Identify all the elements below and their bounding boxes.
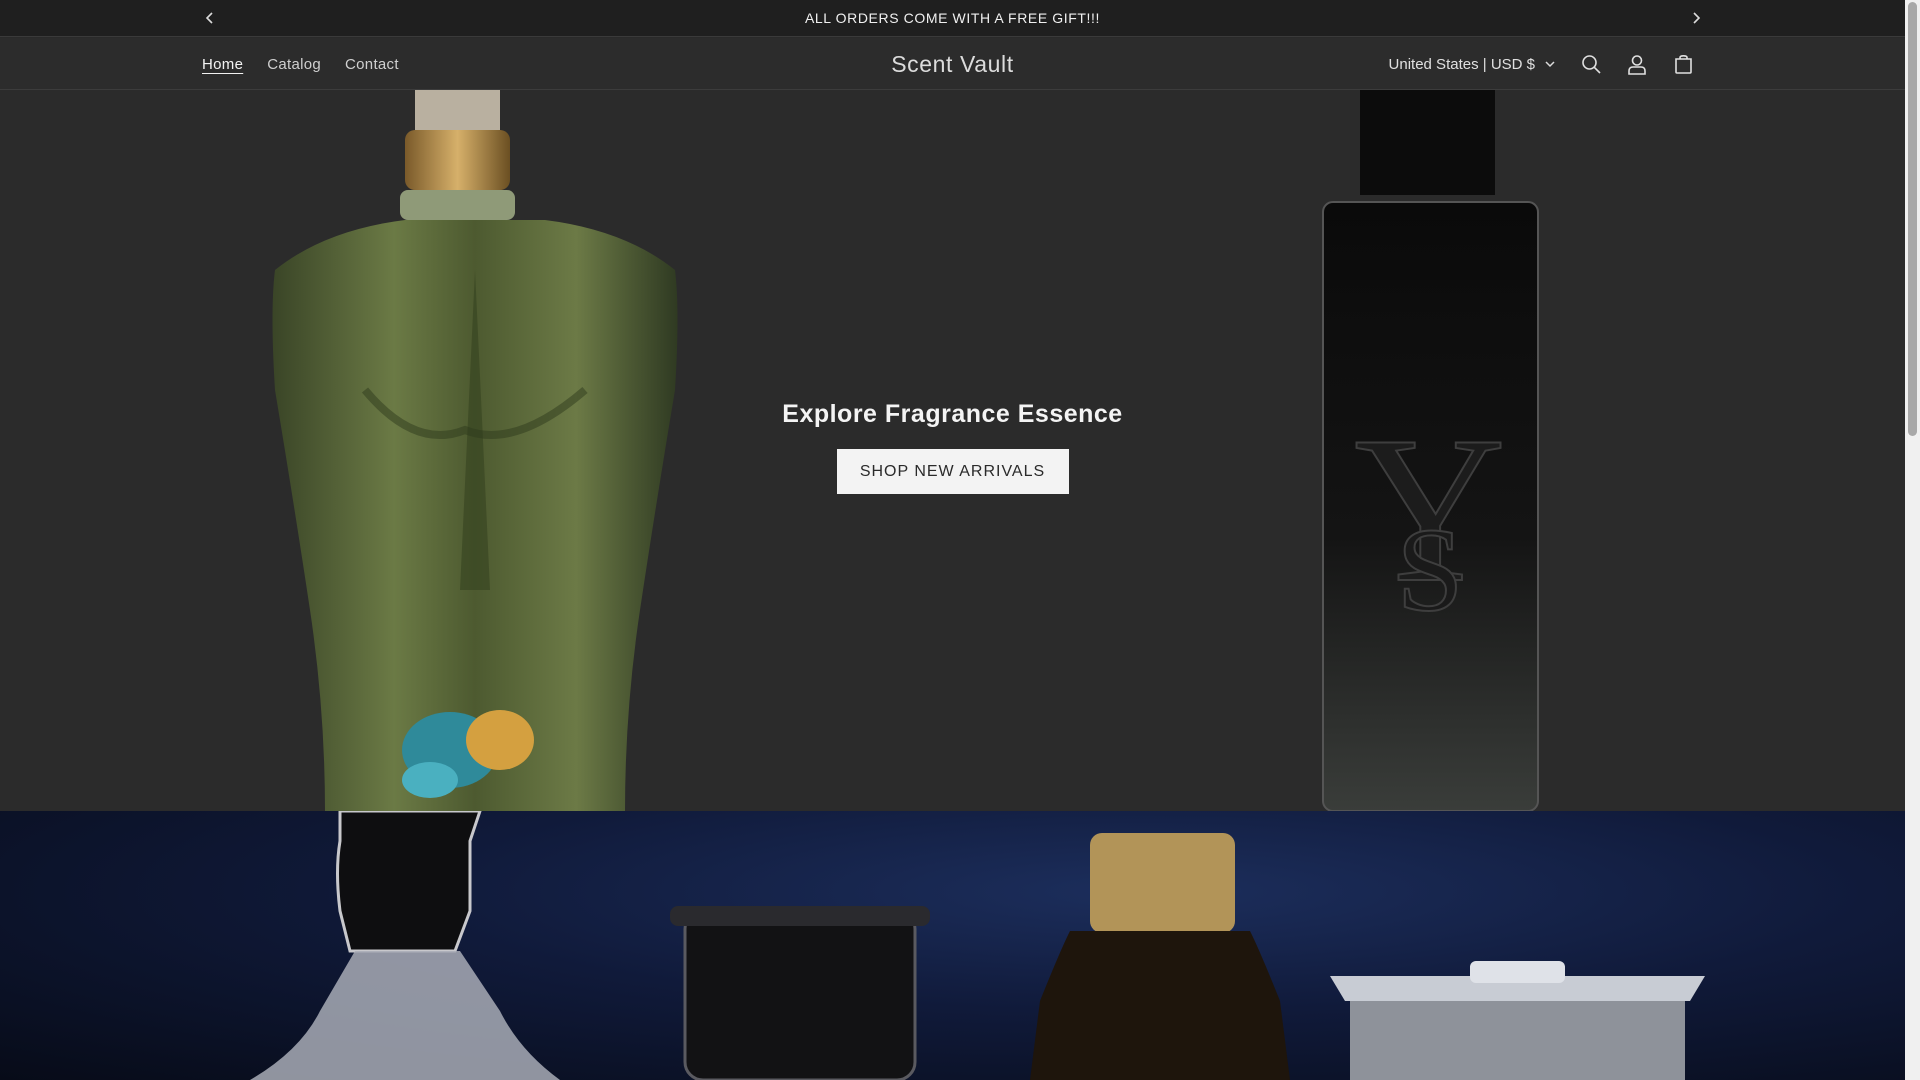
account-button[interactable] — [1625, 52, 1649, 76]
search-icon — [1581, 54, 1601, 74]
chevron-down-icon — [1545, 60, 1555, 67]
page-scrollbar[interactable] — [1905, 0, 1920, 1080]
shop-new-arrivals-button[interactable]: SHOP NEW ARRIVALS — [836, 449, 1069, 494]
hero-content: Explore Fragrance Essence SHOP NEW ARRIV… — [0, 400, 1905, 494]
site-header: Home Catalog Contact Scent Vault United … — [0, 38, 1905, 90]
scrollbar-thumb[interactable] — [1908, 2, 1917, 436]
svg-text:S: S — [1397, 503, 1464, 636]
announcement-prev-button[interactable] — [200, 8, 220, 28]
cart-button[interactable] — [1671, 52, 1695, 76]
header-actions: United States | USD $ — [1389, 38, 1695, 90]
nav-home-link[interactable]: Home — [202, 56, 243, 73]
locale-label: United States | USD $ — [1388, 55, 1535, 73]
cart-icon — [1674, 54, 1692, 74]
chevron-left-icon — [205, 12, 213, 24]
main-nav: Home Catalog Contact — [202, 38, 399, 90]
collection-banner — [0, 811, 1905, 1080]
hero-banner: Y S Explore Fragrance Essence SHOP NEW A… — [0, 90, 1905, 811]
search-button[interactable] — [1579, 52, 1603, 76]
locale-selector[interactable]: United States | USD $ — [1389, 56, 1555, 73]
announcement-bar: ALL ORDERS COME WITH A FREE GIFT!!! — [0, 0, 1905, 37]
hero-title: Explore Fragrance Essence — [782, 400, 1123, 428]
account-icon — [1628, 54, 1646, 75]
nav-contact-link[interactable]: Contact — [345, 56, 399, 73]
chevron-right-icon — [1693, 12, 1701, 24]
perfume-bottles-image — [250, 811, 1705, 1080]
announcement-next-button[interactable] — [1686, 8, 1706, 28]
brand-logo-text[interactable]: Scent Vault — [891, 51, 1014, 78]
nav-catalog-link[interactable]: Catalog — [267, 56, 321, 73]
announcement-text: ALL ORDERS COME WITH A FREE GIFT!!! — [804, 10, 1101, 26]
